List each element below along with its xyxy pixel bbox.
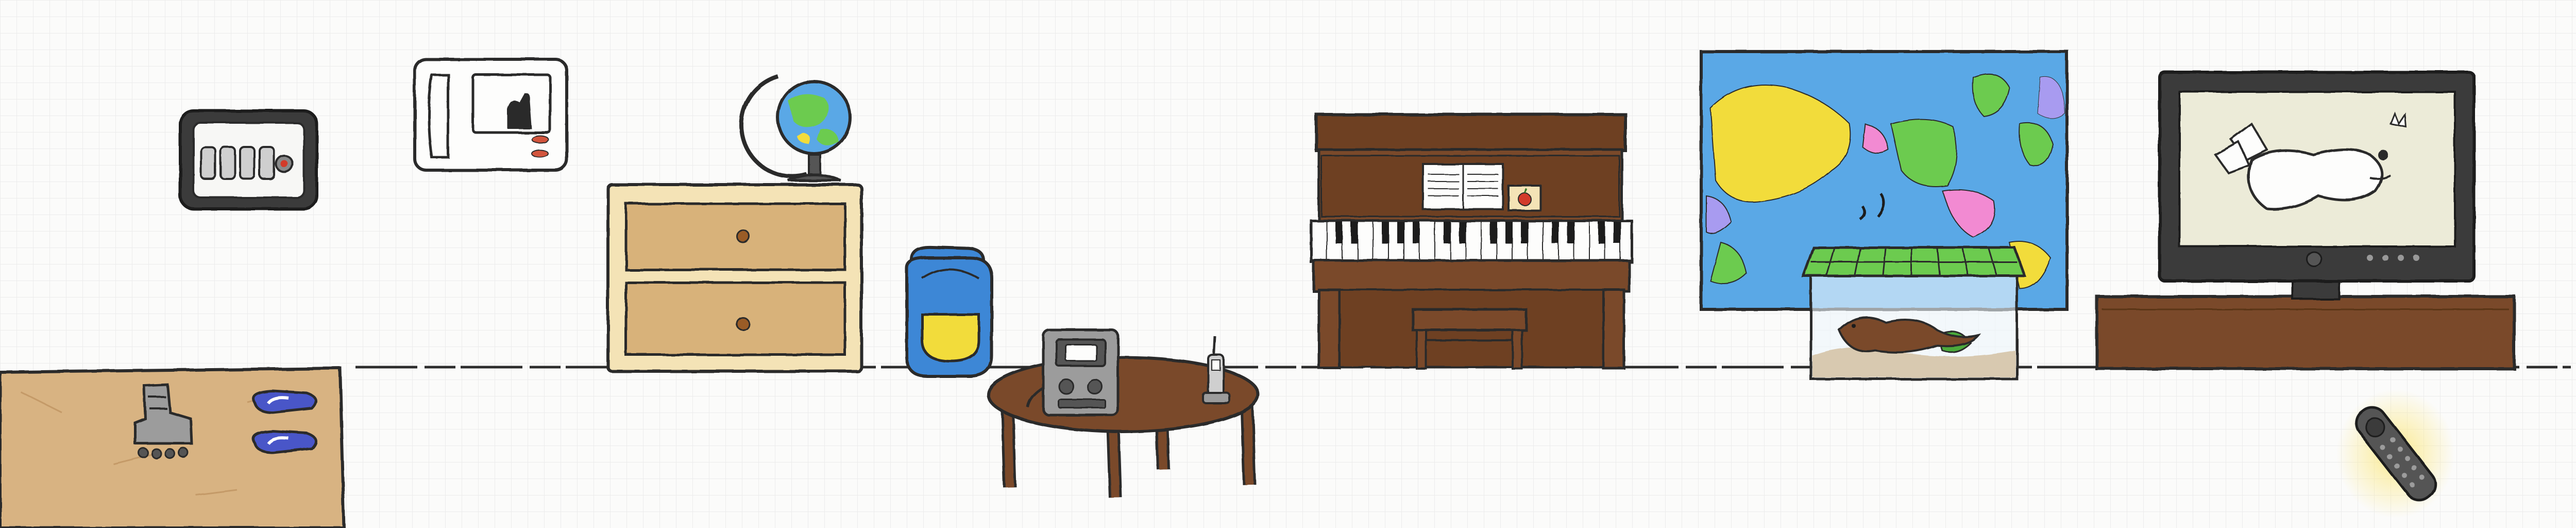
dresser[interactable]: [606, 183, 863, 373]
television[interactable]: [2158, 71, 2476, 300]
globe[interactable]: [739, 74, 852, 182]
intercom-panel[interactable]: [179, 109, 318, 210]
tv-remote[interactable]: [2336, 389, 2455, 518]
dresser-top-drawer[interactable]: [624, 202, 846, 271]
room-scene: [0, 50, 2571, 528]
tv-stand[interactable]: [2095, 295, 2516, 370]
backpack[interactable]: [905, 245, 993, 378]
dresser-bottom-drawer[interactable]: [624, 281, 846, 356]
apple-card[interactable]: [1507, 185, 1541, 211]
terrarium[interactable]: [1801, 246, 2027, 381]
door-intercom-phone[interactable]: [413, 58, 568, 172]
sheet-music[interactable]: [1422, 163, 1504, 210]
